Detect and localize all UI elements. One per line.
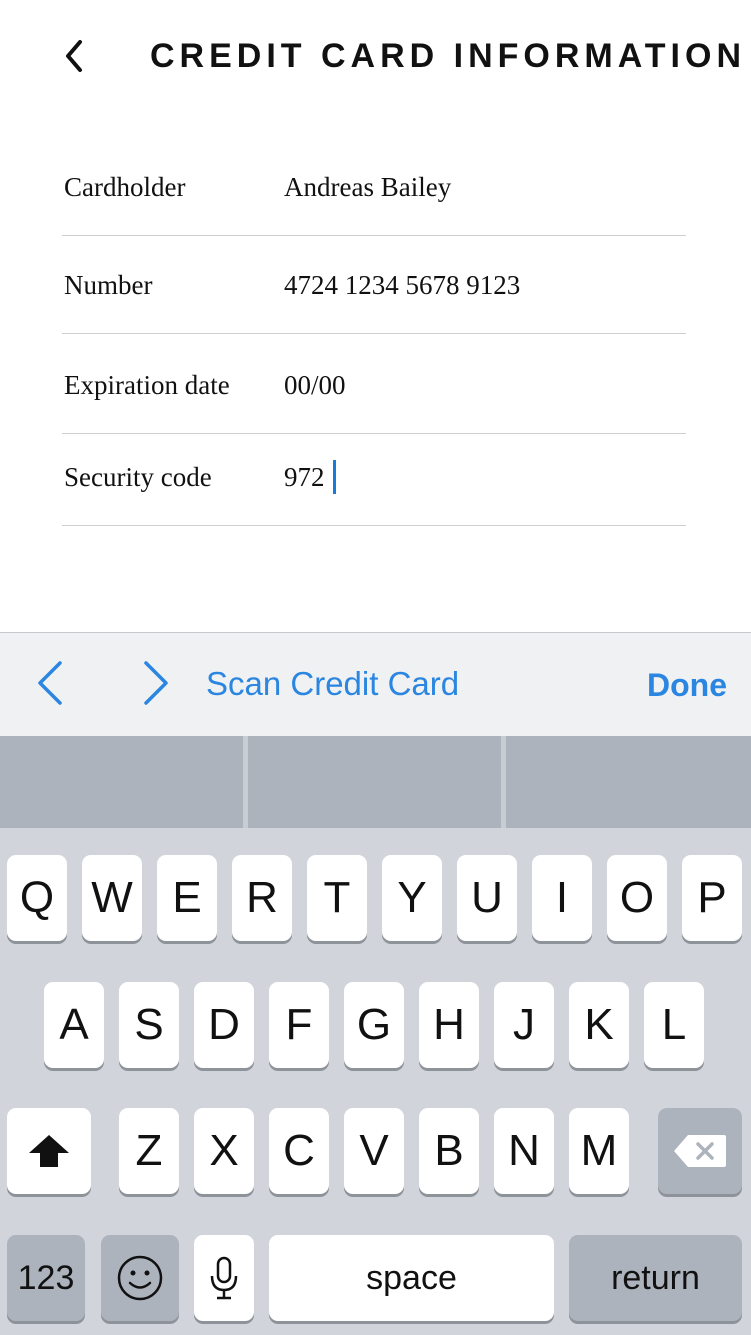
expiration-date-input[interactable]: 00/00 (284, 370, 346, 401)
smiley-icon (117, 1255, 163, 1301)
text-cursor (332, 460, 336, 494)
key-j[interactable]: J (494, 982, 554, 1068)
key-u[interactable]: U (457, 855, 517, 941)
key-o[interactable]: O (607, 855, 667, 941)
key-r[interactable]: R (232, 855, 292, 941)
chevron-right-icon (144, 661, 168, 705)
numbers-key-label: 123 (17, 1258, 75, 1297)
numbers-key[interactable]: 123 (7, 1235, 85, 1321)
security-code-value: 972 (284, 461, 325, 492)
key-area: Q W E R T Y U I O P A S D F G H J K L Z … (0, 828, 751, 1335)
shift-key[interactable] (7, 1108, 91, 1194)
key-w[interactable]: W (82, 855, 142, 941)
divider (62, 433, 686, 434)
key-n[interactable]: N (494, 1108, 554, 1194)
divider (62, 235, 686, 236)
shift-arrow-icon (29, 1135, 69, 1167)
cardholder-input[interactable]: Andreas Bailey (284, 172, 451, 203)
keyboard: Scan Credit Card Done Q W E R T Y U I O … (0, 632, 751, 1335)
key-s[interactable]: S (119, 982, 179, 1068)
key-p[interactable]: P (682, 855, 742, 941)
done-button[interactable]: Done (647, 667, 727, 704)
divider (62, 333, 686, 334)
cardholder-label: Cardholder (64, 172, 186, 202)
suggestion-slot[interactable] (0, 736, 243, 828)
return-key[interactable]: return (569, 1235, 742, 1321)
divider (62, 525, 686, 526)
chevron-left-icon (66, 40, 82, 72)
next-field-button[interactable] (134, 657, 174, 709)
key-t[interactable]: T (307, 855, 367, 941)
delete-key[interactable] (658, 1108, 742, 1194)
previous-field-button[interactable] (32, 657, 72, 709)
back-button[interactable] (56, 34, 96, 78)
key-v[interactable]: V (344, 1108, 404, 1194)
microphone-icon (210, 1256, 238, 1300)
space-key[interactable]: space (269, 1235, 554, 1321)
key-i[interactable]: I (532, 855, 592, 941)
number-label: Number (64, 270, 153, 300)
key-f[interactable]: F (269, 982, 329, 1068)
key-d[interactable]: D (194, 982, 254, 1068)
top-bar: CREDIT CARD INFORMATION (0, 0, 751, 110)
key-c[interactable]: C (269, 1108, 329, 1194)
scan-credit-card-button[interactable]: Scan Credit Card (206, 665, 459, 703)
key-q[interactable]: Q (7, 855, 67, 941)
key-e[interactable]: E (157, 855, 217, 941)
chevron-left-icon (38, 661, 62, 705)
key-a[interactable]: A (44, 982, 104, 1068)
key-z[interactable]: Z (119, 1108, 179, 1194)
key-y[interactable]: Y (382, 855, 442, 941)
key-b[interactable]: B (419, 1108, 479, 1194)
key-x[interactable]: X (194, 1108, 254, 1194)
page-title: CREDIT CARD INFORMATION (150, 37, 746, 75)
suggestion-slot[interactable] (248, 736, 501, 828)
emoji-key[interactable] (101, 1235, 179, 1321)
return-key-label: return (611, 1258, 700, 1297)
key-g[interactable]: G (344, 982, 404, 1068)
key-l[interactable]: L (644, 982, 704, 1068)
key-h[interactable]: H (419, 982, 479, 1068)
dictation-key[interactable] (194, 1235, 254, 1321)
key-m[interactable]: M (569, 1108, 629, 1194)
key-k[interactable]: K (569, 982, 629, 1068)
backspace-icon (674, 1135, 726, 1167)
suggestion-slot[interactable] (506, 736, 751, 828)
keyboard-accessory-bar: Scan Credit Card Done (0, 632, 751, 736)
space-key-label: space (366, 1258, 457, 1297)
expiration-date-label: Expiration date (64, 370, 230, 400)
card-number-input[interactable]: 4724 1234 5678 9123 (284, 270, 520, 301)
security-code-input[interactable]: 972 (284, 460, 336, 494)
security-code-label: Security code (64, 462, 212, 492)
suggestion-bar (0, 736, 751, 828)
